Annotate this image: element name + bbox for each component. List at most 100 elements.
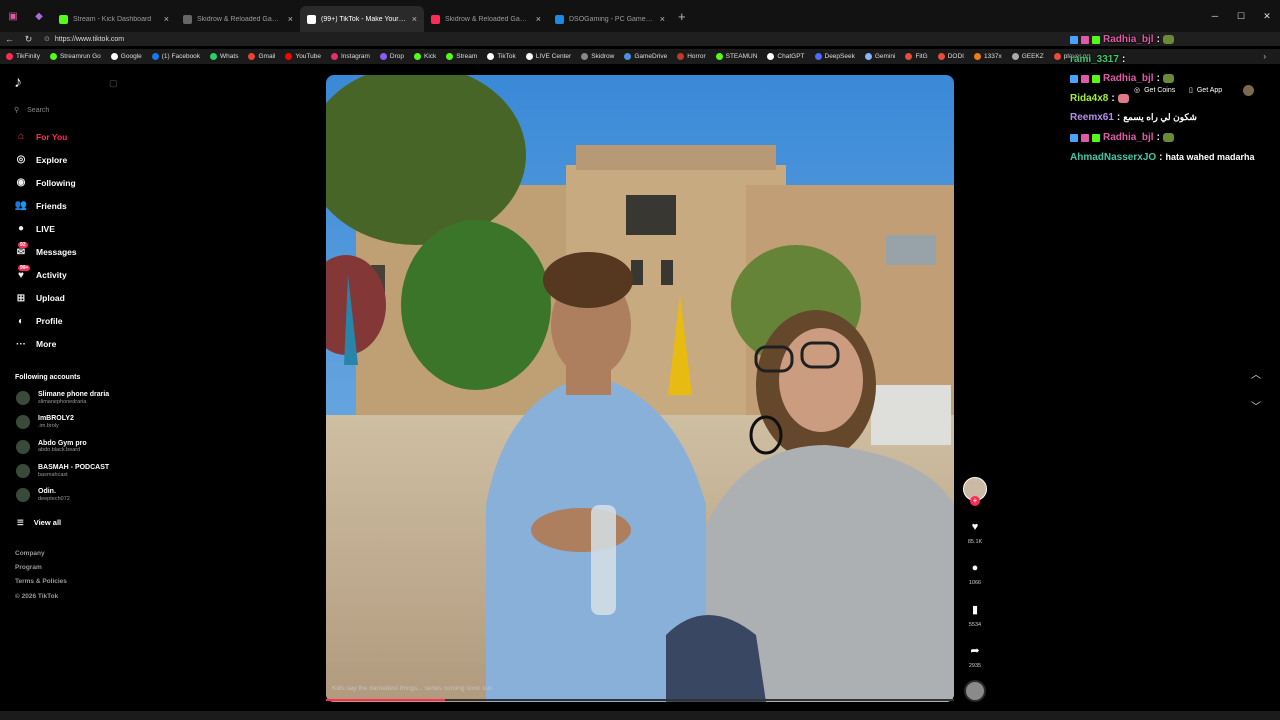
sidebar-item-explore[interactable]: ◎ Explore	[14, 154, 68, 166]
bookmark-item[interactable]: GameDrive	[624, 53, 667, 60]
tiktok-logo-icon[interactable]: ♪	[14, 74, 22, 92]
browser-tab[interactable]: Stream - Kick Dashboard ×	[52, 6, 176, 32]
sidebar-item-more[interactable]: ··· More	[14, 339, 56, 350]
video-caption[interactable]: Kids say the darnedest things... series …	[332, 685, 492, 692]
bookmark-item[interactable]: Instagram	[331, 53, 370, 60]
bookmark-item[interactable]: Gmail	[248, 53, 275, 60]
share-button[interactable]: ➦ 2935	[962, 644, 988, 669]
chat-username[interactable]: Reemx61	[1070, 112, 1114, 123]
following-account-item[interactable]: Slimane phone draria slimanephonedraria	[16, 391, 109, 405]
home-icon: ⌂	[17, 131, 25, 142]
bookmark-label: Google	[120, 53, 142, 60]
messages-icon: ✉ 92	[16, 241, 28, 258]
bookmark-item[interactable]: YouTube	[285, 53, 321, 60]
video-player[interactable]	[326, 75, 954, 702]
compass-icon: ◎	[16, 154, 26, 166]
bookmark-icon: ▮	[971, 604, 979, 616]
footer-link[interactable]: Terms & Policies	[15, 578, 67, 585]
sidebar-item-live[interactable]: ● LIVE	[14, 223, 55, 234]
bookmark-item[interactable]: Horror	[677, 53, 706, 60]
like-button[interactable]: ♥ 85.1K	[962, 521, 988, 545]
bookmark-item[interactable]: Whats	[210, 53, 238, 60]
chat-username[interactable]: Radhia_bjl	[1103, 132, 1154, 143]
bookmark-item[interactable]: DODI	[937, 53, 964, 60]
close-window-icon[interactable]: ✕	[1254, 11, 1280, 22]
follow-plus-icon[interactable]: +	[970, 496, 980, 506]
sidebar-item-profile[interactable]: ◐ Profile	[14, 316, 62, 327]
bookmark-item[interactable]: STEAMUN	[715, 53, 757, 60]
reload-icon[interactable]: ↻	[19, 34, 38, 45]
save-button[interactable]: ▮ 5534	[962, 603, 988, 628]
profile-icon[interactable]: ◆	[26, 0, 52, 32]
bookmark-item[interactable]: TikFinity	[6, 53, 40, 60]
bookmark-item[interactable]: GEEKZ	[1011, 53, 1044, 60]
bookmark-item[interactable]: Gemini	[864, 53, 895, 60]
bookmark-item[interactable]: ChatGPT	[767, 53, 805, 60]
bookmark-item[interactable]: TikTok	[487, 53, 516, 60]
bookmark-item[interactable]: Drop	[379, 53, 404, 60]
browser-tab[interactable]: (99+) TikTok - Make Your Day ×	[300, 6, 424, 32]
chat-username[interactable]: Radhia_bjl	[1103, 34, 1154, 45]
back-icon[interactable]: ←	[0, 34, 19, 44]
bookmark-favicon-icon	[248, 53, 256, 60]
bookmark-item[interactable]: Skidrow	[581, 53, 614, 60]
following-account-item[interactable]: Odin. deeptech072	[16, 488, 70, 503]
sidebar-item-following[interactable]: ◉ Following	[14, 177, 76, 188]
get-app-button[interactable]: ▯ Get App	[1189, 86, 1222, 95]
chat-username[interactable]: rami_3317	[1070, 54, 1119, 65]
chat-username[interactable]: Rida4x8	[1070, 93, 1108, 104]
tab-title: Skidrow & Reloaded Games – Do...	[197, 15, 283, 23]
footer-link[interactable]: Company	[15, 550, 45, 557]
following-icon: ◉	[16, 177, 26, 189]
new-tab-button[interactable]: +	[678, 9, 686, 24]
video-progress-bar[interactable]	[326, 699, 954, 701]
bookmark-item[interactable]: (1) Facebook	[151, 53, 200, 60]
bookmark-item[interactable]: LIVE Center	[525, 53, 571, 60]
get-coins-button[interactable]: ◎ Get Coins	[1134, 86, 1175, 95]
tab-close-icon[interactable]: ×	[660, 14, 665, 24]
chat-separator: :	[1156, 132, 1160, 143]
user-avatar[interactable]	[1243, 85, 1254, 96]
sidebar-item-friends[interactable]: 👥 Friends	[14, 200, 67, 211]
previous-video-icon[interactable]: ︿	[1251, 366, 1261, 381]
comment-button[interactable]: ● 1066	[962, 562, 988, 586]
footer-link: © 2026 TikTok	[15, 592, 59, 600]
sidebar-item-messages[interactable]: ✉ 92 Messages	[14, 241, 77, 258]
search-input[interactable]: ⚲ Search	[14, 106, 49, 115]
workspace-icon[interactable]: ▣	[0, 0, 26, 32]
browser-tab[interactable]: DSOGaming - PC Games News, Sc... ×	[548, 6, 672, 32]
maximize-icon[interactable]: ☐	[1228, 11, 1254, 22]
bookmarks-overflow-icon[interactable]: ›	[1263, 52, 1266, 61]
sidebar-item-label: Profile	[36, 316, 63, 327]
music-disc[interactable]	[964, 680, 986, 702]
tab-close-icon[interactable]: ×	[288, 14, 293, 24]
browser-tab[interactable]: Skidrow & Reloaded Games – Do... ×	[424, 6, 548, 32]
bookmark-item[interactable]: Streamrun Go	[49, 53, 101, 60]
sidebar-item-for-you[interactable]: ⌂ For You	[14, 131, 67, 142]
chat-username[interactable]: Radhia_bjl	[1103, 73, 1154, 84]
following-account-item[interactable]: ImBROLY2 .im.broly	[16, 415, 74, 430]
chat-message: Radhia_bjl :	[1070, 34, 1174, 45]
tab-close-icon[interactable]: ×	[164, 14, 169, 24]
sidebar-item-activity[interactable]: ♥ 99+ Activity	[14, 264, 67, 281]
bookmark-item[interactable]: DeepSeek	[814, 53, 855, 60]
bookmark-item[interactable]: Kick	[414, 53, 436, 60]
bookmark-item[interactable]: Google	[110, 53, 142, 60]
following-account-item[interactable]: Abdo Gym pro abdo.black.beard	[16, 439, 87, 454]
bookmark-item[interactable]: Stream	[446, 53, 477, 60]
tab-close-icon[interactable]: ×	[412, 14, 417, 24]
bookmark-item[interactable]: 1337x	[973, 53, 1002, 60]
chat-username[interactable]: AhmadNasserxJO	[1070, 152, 1156, 163]
footer-link[interactable]: Program	[15, 564, 42, 571]
minimize-icon[interactable]: ─	[1202, 11, 1228, 21]
address-bar[interactable]: ⊙ https://www.tiktok.com	[44, 35, 124, 44]
chat-message: AhmadNasserxJO : hata wahed madarha	[1070, 152, 1255, 163]
following-account-item[interactable]: BASMAH - PODCAST basmahcast	[16, 463, 109, 478]
collapse-sidebar-icon[interactable]: ▢	[109, 78, 118, 89]
tab-close-icon[interactable]: ×	[536, 14, 541, 24]
bookmark-item[interactable]: FitG	[905, 53, 928, 60]
sidebar-item-upload[interactable]: ⊞ Upload	[14, 293, 65, 304]
browser-tab[interactable]: Skidrow & Reloaded Games – Do... ×	[176, 6, 300, 32]
view-all-button[interactable]: ☰ View all	[17, 518, 61, 527]
next-video-icon[interactable]: ﹀	[1251, 398, 1261, 413]
